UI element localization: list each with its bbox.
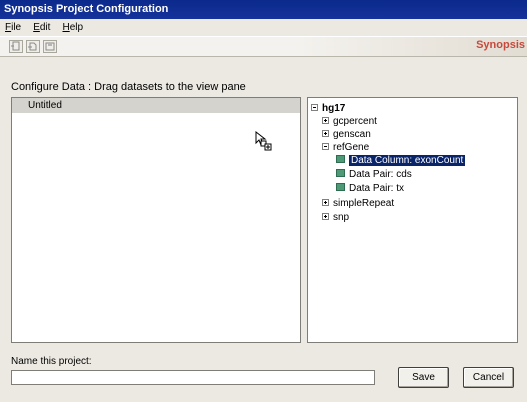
- save-project-button[interactable]: [43, 40, 57, 53]
- dataset-tree[interactable]: hg17 gcpercent genscan refGene Data Colu…: [307, 97, 518, 343]
- toolbar: Synopsis: [0, 36, 527, 57]
- brand-logo: Synopsis: [476, 39, 525, 51]
- tree-node-label: genscan: [333, 129, 371, 140]
- tree-node-label: snp: [333, 212, 350, 223]
- collapse-icon[interactable]: [311, 103, 318, 111]
- view-item-untitled[interactable]: Untitled: [12, 98, 300, 113]
- menu-help-mnemonic: H: [62, 22, 70, 33]
- tree-leaf-exoncount[interactable]: Data Column: exonCount: [336, 154, 466, 167]
- new-project-icon: [11, 41, 20, 51]
- menu-file[interactable]: File: [5, 19, 21, 36]
- collapse-icon[interactable]: [322, 142, 329, 150]
- project-name-input[interactable]: [11, 370, 375, 385]
- title-bar: Synopsis Project Configuration: [0, 0, 527, 19]
- tree-node-gcpercent[interactable]: gcpercent: [322, 115, 377, 128]
- tree-leaf-label: Data Column: exonCount: [349, 155, 466, 166]
- menu-help[interactable]: Help: [62, 19, 83, 36]
- drag-copy-cursor-icon: [255, 131, 272, 151]
- view-pane[interactable]: Untitled: [11, 97, 301, 343]
- tree-leaf-cds[interactable]: Data Pair: cds: [336, 168, 412, 181]
- menu-help-label: elp: [69, 22, 84, 33]
- tree-node-snp[interactable]: snp: [322, 211, 349, 224]
- tree-node-label: hg17: [322, 103, 346, 114]
- tree-node-label: gcpercent: [333, 116, 377, 127]
- data-pair-icon: [336, 183, 345, 192]
- expand-icon[interactable]: [322, 116, 329, 124]
- tree-leaf-label: Data Pair: tx: [349, 183, 405, 194]
- tree-leaf-label: Data Pair: cds: [349, 169, 412, 180]
- menu-edit-mnemonic: E: [33, 22, 40, 33]
- tree-node-root[interactable]: hg17: [311, 102, 345, 115]
- tree-node-label: simpleRepeat: [333, 198, 395, 209]
- expand-icon[interactable]: [322, 198, 329, 206]
- data-pair-icon: [336, 169, 345, 178]
- tree-leaf-tx[interactable]: Data Pair: tx: [336, 182, 404, 195]
- tree-node-label: refGene: [333, 142, 370, 153]
- expand-icon[interactable]: [322, 212, 329, 220]
- new-project-button[interactable]: [9, 40, 23, 53]
- data-column-icon: [336, 155, 345, 164]
- save-project-icon: [45, 42, 55, 51]
- menu-bar: File Edit Help: [0, 19, 527, 36]
- project-name-label: Name this project:: [11, 356, 92, 367]
- open-project-button[interactable]: [26, 40, 40, 53]
- menu-edit-label: dit: [39, 22, 51, 33]
- menu-file-label: ile: [11, 22, 22, 33]
- tree-node-genscan[interactable]: genscan: [322, 128, 371, 141]
- window-title: Synopsis Project Configuration: [4, 3, 169, 15]
- instruction-text: Configure Data : Drag datasets to the vi…: [11, 81, 246, 93]
- save-button[interactable]: Save: [398, 367, 449, 388]
- cancel-button[interactable]: Cancel: [463, 367, 514, 388]
- menu-edit[interactable]: Edit: [33, 19, 50, 36]
- expand-icon[interactable]: [322, 129, 329, 137]
- open-project-icon: [28, 42, 37, 51]
- tree-node-refgene[interactable]: refGene: [322, 141, 369, 154]
- tree-node-simplerepeat[interactable]: simpleRepeat: [322, 197, 394, 210]
